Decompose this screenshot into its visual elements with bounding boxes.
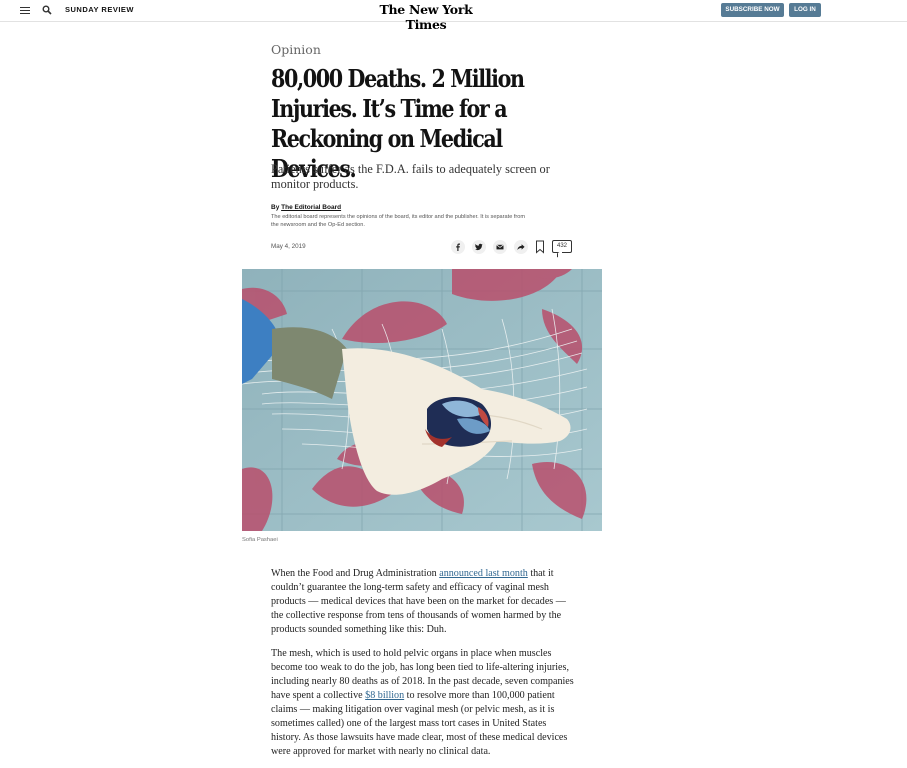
top-bar: SUNDAY REVIEW The New York Times SUBSCRI… bbox=[0, 0, 907, 32]
kicker-opinion[interactable]: Opinion bbox=[271, 42, 321, 57]
article-summary: Patients suffer as the F.D.A. fails to a… bbox=[271, 162, 550, 191]
email-icon bbox=[496, 244, 504, 250]
email-share-button[interactable] bbox=[493, 240, 507, 254]
comment-count: 432 bbox=[556, 243, 567, 249]
menu-icon[interactable] bbox=[20, 7, 30, 14]
eight-billion-link[interactable]: $8 billion bbox=[365, 690, 404, 701]
more-share-button[interactable] bbox=[514, 240, 528, 254]
facebook-share-button[interactable] bbox=[451, 240, 465, 254]
byline-description: The editorial board represents the opini… bbox=[271, 214, 526, 228]
comments-button[interactable]: 432 bbox=[552, 240, 572, 253]
section-link[interactable]: SUNDAY REVIEW bbox=[65, 5, 134, 14]
p1-text-start: When the Food and Drug Administration bbox=[271, 568, 440, 579]
article-paragraph-1: When the Food and Drug Administration an… bbox=[271, 567, 576, 637]
search-icon[interactable] bbox=[42, 5, 52, 15]
image-credit: Sofia Pashaei bbox=[242, 537, 278, 543]
announced-last-month-link[interactable]: announced last month bbox=[439, 568, 528, 579]
article-illustration bbox=[242, 269, 602, 531]
publish-date: May 4, 2019 bbox=[271, 243, 306, 250]
byline: By The Editorial Board bbox=[271, 204, 341, 211]
twitter-icon bbox=[475, 243, 483, 251]
bookmark-icon[interactable] bbox=[535, 240, 545, 254]
byline-author-link[interactable]: The Editorial Board bbox=[281, 204, 341, 211]
twitter-share-button[interactable] bbox=[472, 240, 486, 254]
share-icon bbox=[517, 244, 525, 250]
subscribe-button[interactable]: SUBSCRIBE NOW bbox=[721, 3, 784, 17]
login-button[interactable]: LOG IN bbox=[789, 3, 821, 17]
hand-holding-device-illustration bbox=[242, 269, 602, 531]
article-paragraph-2: The mesh, which is used to hold pelvic o… bbox=[271, 647, 576, 759]
byline-prefix: By bbox=[271, 204, 282, 211]
facebook-icon bbox=[456, 243, 460, 251]
masthead-logo[interactable]: The New York Times bbox=[371, 2, 481, 32]
